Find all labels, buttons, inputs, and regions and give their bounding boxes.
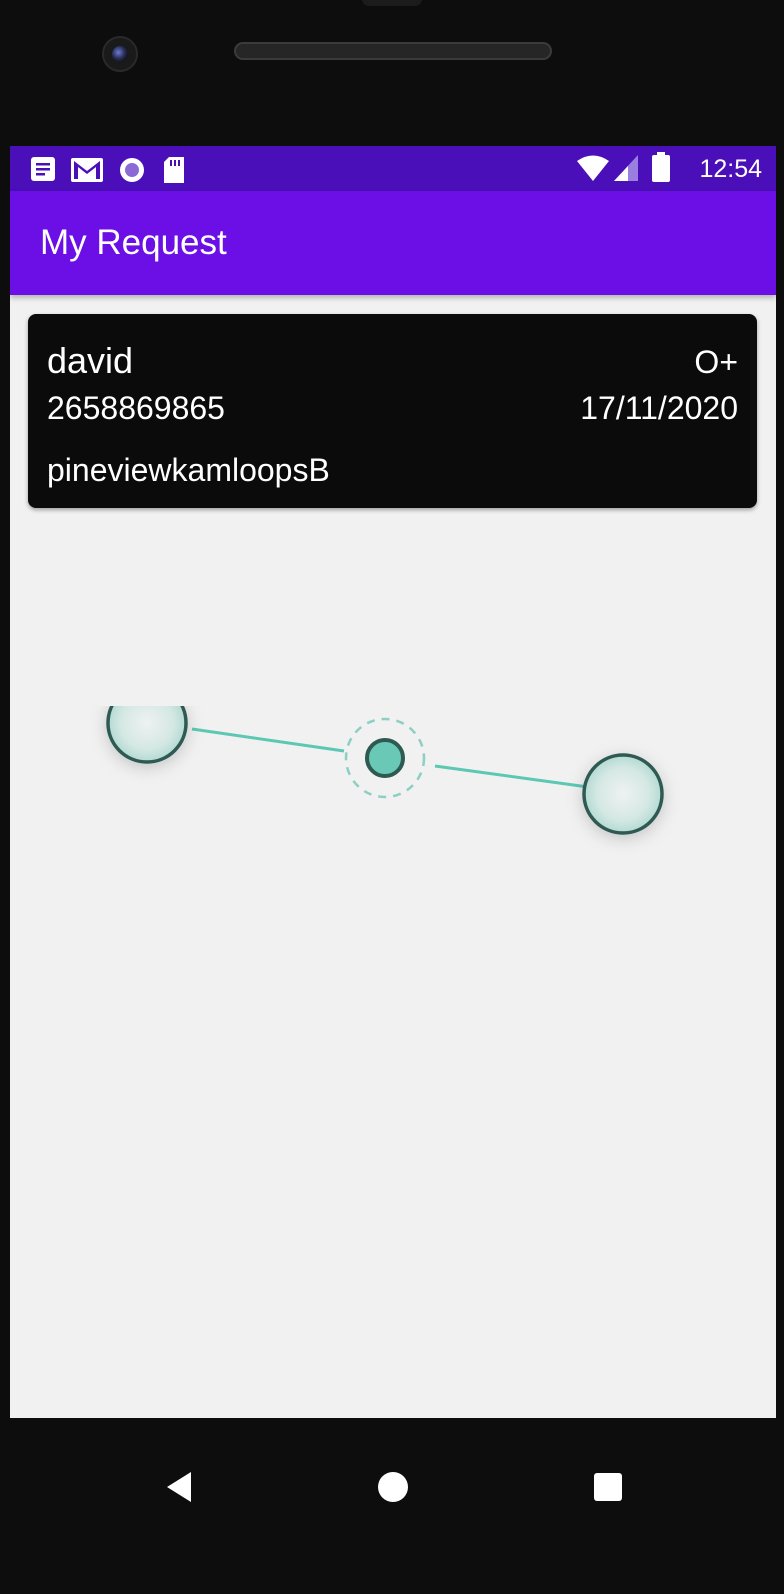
navigation-bar (0, 1418, 784, 1594)
loading-indicator (10, 682, 776, 946)
clock: 12:54 (699, 155, 762, 183)
home-icon[interactable] (368, 1462, 418, 1512)
app-bar: My Request (10, 191, 776, 295)
request-date: 17/11/2020 (580, 390, 738, 426)
battery-icon (652, 152, 670, 187)
device-frame: 12:54 My Request david O+ 2658869865 17/… (0, 0, 784, 1594)
status-bar: 12:54 (10, 146, 776, 191)
blood-group: O+ (694, 344, 738, 380)
connector-line-left (191, 727, 345, 753)
center-dot (365, 738, 405, 778)
connector-line-right (434, 764, 589, 789)
requester-name: david (47, 340, 134, 381)
app-screen: 12:54 My Request david O+ 2658869865 17/… (10, 146, 776, 1418)
wifi-icon (576, 154, 610, 187)
phone-number: 2658869865 (47, 390, 225, 426)
recents-icon[interactable] (583, 1462, 633, 1512)
page-title: My Request (40, 223, 227, 262)
notes-icon (30, 156, 56, 187)
sd-card-icon (162, 156, 186, 189)
bezel-notch (362, 0, 422, 6)
address: pineviewkamloopsB (47, 452, 330, 488)
earpiece-speaker (234, 42, 552, 60)
signal-icon (612, 154, 640, 187)
record-icon (118, 156, 146, 189)
back-icon[interactable] (154, 1462, 204, 1512)
right-ball (582, 753, 664, 835)
left-ball (106, 682, 188, 764)
gmail-icon (70, 156, 104, 189)
front-camera (102, 36, 138, 72)
request-card[interactable]: david O+ 2658869865 17/11/2020 pineviewk… (28, 314, 757, 508)
